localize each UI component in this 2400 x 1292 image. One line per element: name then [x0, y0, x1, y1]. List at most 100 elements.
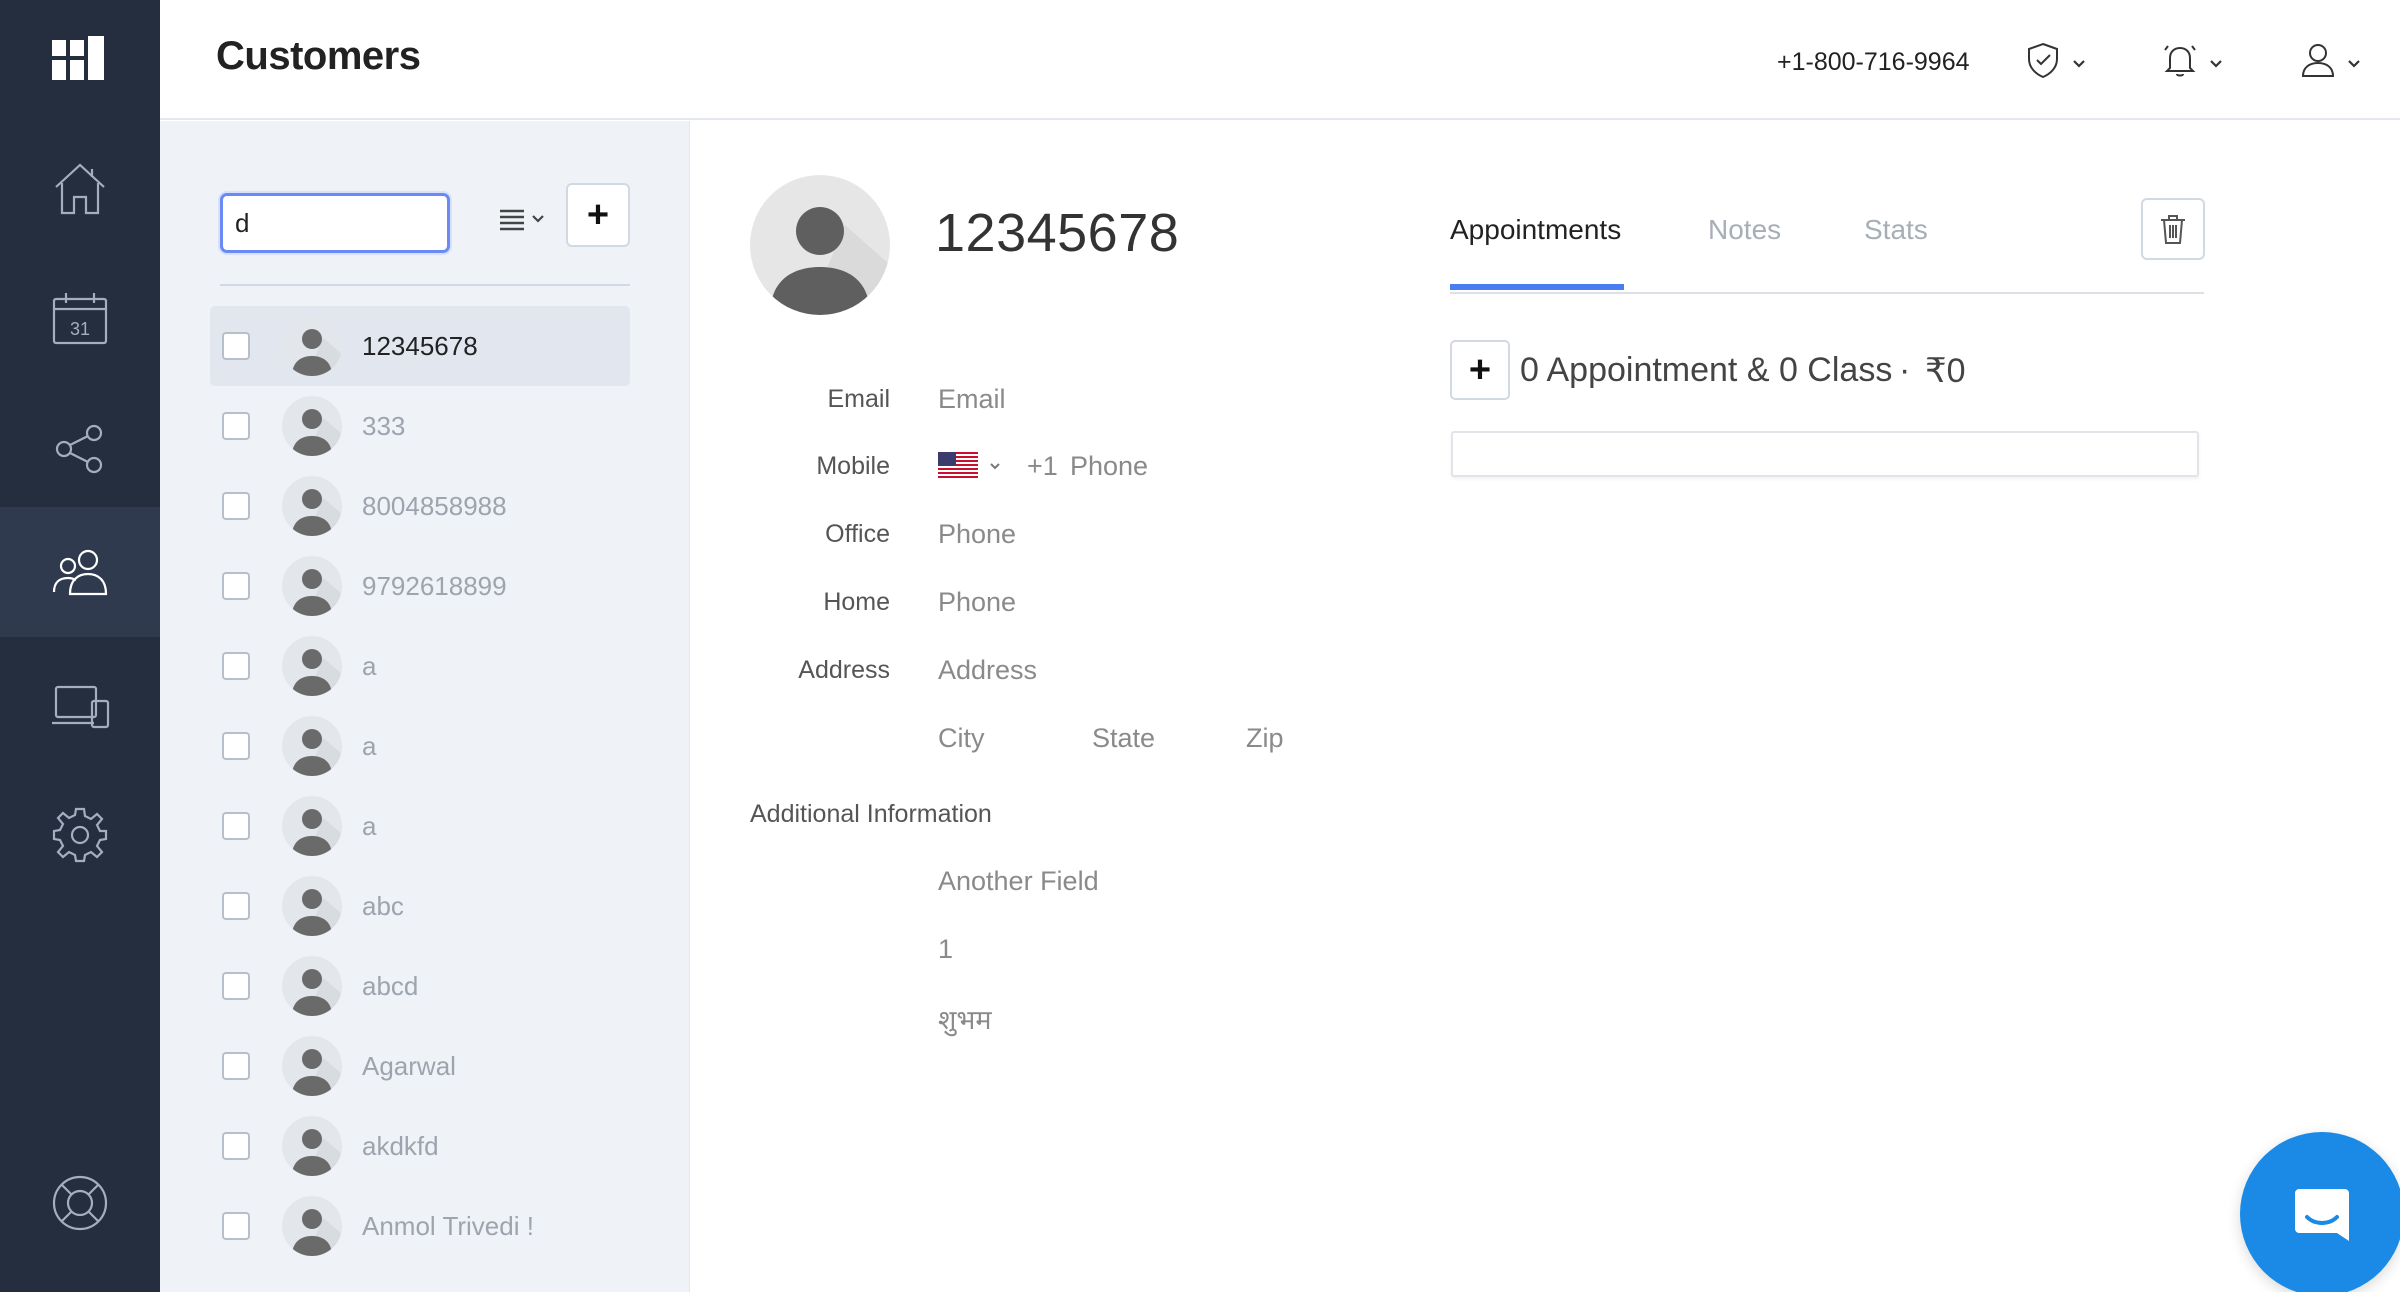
- mobile-field[interactable]: Phone: [1070, 451, 1148, 482]
- customer-list-item[interactable]: Agarwal: [210, 1026, 630, 1106]
- row-checkbox[interactable]: [222, 492, 250, 520]
- customers-icon: [52, 549, 108, 596]
- customer-list-item[interactable]: 12345678: [210, 306, 630, 386]
- additional-field-3[interactable]: शुभम: [938, 1000, 992, 1037]
- avatar-placeholder-icon: [770, 207, 890, 315]
- avatar-placeholder-icon: [292, 1209, 342, 1256]
- delete-customer-button[interactable]: [2141, 198, 2205, 260]
- customer-list-item[interactable]: Anmol Trivedi !: [210, 1186, 630, 1266]
- avatar: [282, 636, 342, 696]
- support-phone[interactable]: +1-800-716-9964: [1777, 48, 1970, 77]
- customer-name: 12345678: [362, 330, 478, 361]
- email-field[interactable]: Email: [938, 384, 1006, 415]
- state-field[interactable]: State: [1092, 723, 1155, 754]
- customer-name: a: [362, 810, 377, 841]
- notifications-menu-button[interactable]: [2160, 38, 2224, 82]
- sidebar-item-help[interactable]: [0, 1138, 160, 1268]
- avatar: [282, 1196, 342, 1256]
- additional-information-heading: Additional Information: [750, 800, 992, 828]
- tab-stats[interactable]: Stats: [1864, 214, 1928, 246]
- row-checkbox[interactable]: [222, 652, 250, 680]
- search-input[interactable]: [220, 193, 450, 253]
- customer-name-title[interactable]: 12345678: [935, 202, 1179, 264]
- zip-field[interactable]: Zip: [1246, 723, 1284, 754]
- avatar-placeholder-icon: [292, 1049, 342, 1096]
- row-checkbox[interactable]: [222, 412, 250, 440]
- user-menu-button[interactable]: [2298, 38, 2362, 82]
- avatar-placeholder-icon: [292, 649, 342, 696]
- sidebar-item-settings[interactable]: [0, 770, 160, 900]
- avatar: [282, 1116, 342, 1176]
- row-checkbox[interactable]: [222, 332, 250, 360]
- customer-list-item[interactable]: 333: [210, 386, 630, 466]
- customer-list-item[interactable]: abcd: [210, 946, 630, 1026]
- us-flag-icon[interactable]: [938, 452, 978, 478]
- active-tab-indicator: [1450, 284, 1624, 290]
- avatar-placeholder-icon: [292, 809, 342, 856]
- add-customer-button[interactable]: +: [566, 183, 630, 247]
- chat-icon: [2295, 1189, 2349, 1241]
- mobile-label: Mobile: [816, 452, 890, 480]
- row-checkbox[interactable]: [222, 732, 250, 760]
- avatar-placeholder-icon: [292, 569, 342, 616]
- customer-list-item[interactable]: 8004858988: [210, 466, 630, 546]
- office-label: Office: [825, 520, 890, 548]
- shield-icon: [2028, 42, 2058, 79]
- address-field[interactable]: Address: [938, 655, 1037, 686]
- email-label: Email: [827, 385, 890, 413]
- security-menu-button[interactable]: [2023, 38, 2087, 82]
- customer-list-item[interactable]: 9792618899: [210, 546, 630, 626]
- row-checkbox[interactable]: [222, 1132, 250, 1160]
- customer-name: abcd: [362, 970, 419, 1001]
- additional-field-1[interactable]: Another Field: [938, 866, 1099, 897]
- sidebar-item-customers[interactable]: [0, 507, 160, 637]
- customer-avatar[interactable]: [750, 175, 890, 315]
- additional-field-2[interactable]: 1: [938, 934, 953, 965]
- list-view-icon: [500, 209, 524, 231]
- row-checkbox[interactable]: [222, 812, 250, 840]
- customer-list-item[interactable]: a: [210, 706, 630, 786]
- avatar: [282, 396, 342, 456]
- home-label: Home: [823, 588, 890, 616]
- row-checkbox[interactable]: [222, 1052, 250, 1080]
- customer-list-item[interactable]: a: [210, 786, 630, 866]
- gear-icon: [52, 807, 108, 863]
- customer-list-item[interactable]: akdkfd: [210, 1106, 630, 1186]
- row-checkbox[interactable]: [222, 1212, 250, 1240]
- row-checkbox[interactable]: [222, 572, 250, 600]
- sidebar-item-share[interactable]: [0, 384, 160, 514]
- bell-icon: [2164, 45, 2196, 77]
- home-phone-field[interactable]: Phone: [938, 587, 1016, 618]
- avatar: [282, 956, 342, 1016]
- customer-list-item[interactable]: abc: [210, 866, 630, 946]
- view-options-dropdown[interactable]: [498, 207, 546, 231]
- sidebar-item-calendar[interactable]: 31: [0, 254, 160, 384]
- app-logo[interactable]: [52, 36, 108, 84]
- customer-name: akdkfd: [362, 1130, 439, 1161]
- tab-appointments[interactable]: Appointments: [1450, 214, 1621, 246]
- summary-separator: ·: [1899, 351, 1911, 389]
- calendar-icon: 31: [52, 293, 108, 345]
- row-checkbox[interactable]: [222, 892, 250, 920]
- sidebar-item-devices[interactable]: [0, 642, 160, 772]
- sidebar-item-home[interactable]: [0, 124, 160, 254]
- chevron-down-icon: [2210, 60, 2222, 68]
- tab-notes[interactable]: Notes: [1708, 214, 1781, 246]
- customer-name: a: [362, 730, 377, 761]
- row-checkbox[interactable]: [222, 972, 250, 1000]
- customer-name: 333: [362, 410, 406, 441]
- appointment-total: ₹0: [1925, 352, 1966, 390]
- svg-text:31: 31: [70, 319, 90, 339]
- add-appointment-button[interactable]: +: [1450, 340, 1510, 400]
- divider: [220, 284, 630, 286]
- customer-list-item[interactable]: a: [210, 626, 630, 706]
- avatar-placeholder-icon: [292, 1129, 342, 1176]
- avatar-placeholder-icon: [292, 729, 342, 776]
- chevron-down-icon[interactable]: [988, 459, 1002, 473]
- city-field[interactable]: City: [938, 723, 985, 754]
- avatar: [282, 476, 342, 536]
- mobile-country-code: +1: [1027, 451, 1058, 481]
- avatar: [282, 796, 342, 856]
- chat-widget-button[interactable]: [2240, 1132, 2400, 1292]
- office-phone-field[interactable]: Phone: [938, 519, 1016, 550]
